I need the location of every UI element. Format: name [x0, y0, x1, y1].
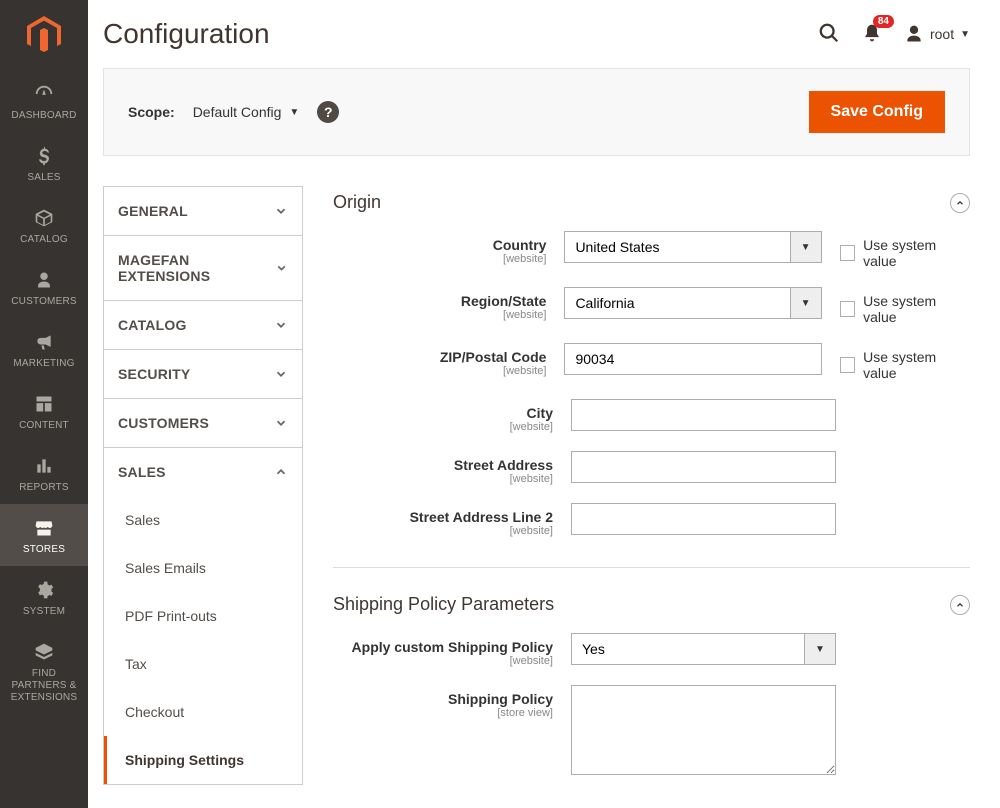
tab-general[interactable]: GENERAL	[104, 187, 302, 235]
chevron-down-icon	[274, 318, 288, 332]
country-value[interactable]	[564, 231, 789, 263]
chevron-down-icon	[274, 204, 288, 218]
user-menu[interactable]: root ▼	[904, 24, 970, 44]
fieldset-origin-toggle[interactable]: Origin	[333, 186, 970, 231]
gear-icon	[34, 578, 54, 602]
tab-item-checkout[interactable]: Checkout	[104, 688, 302, 736]
tab-item-pdf[interactable]: PDF Print-outs	[104, 592, 302, 640]
field-apply-policy: Apply custom Shipping Policy [website] ▼	[333, 633, 970, 667]
zip-use-system-checkbox[interactable]	[840, 357, 856, 373]
field-street1: Street Address [website]	[333, 451, 970, 485]
divider	[333, 567, 970, 568]
tab-item-sales-emails[interactable]: Sales Emails	[104, 544, 302, 592]
fieldset-title: Origin	[333, 192, 381, 213]
save-config-button[interactable]: Save Config	[809, 91, 945, 133]
megaphone-icon	[33, 330, 55, 354]
shipping-policy-textarea[interactable]	[571, 685, 836, 775]
nav-customers[interactable]: CUSTOMERS	[0, 256, 88, 318]
page-title: Configuration	[103, 18, 270, 50]
notification-badge: 84	[873, 15, 894, 28]
field-city: City [website]	[333, 399, 970, 433]
logo[interactable]	[0, 0, 88, 70]
field-street2: Street Address Line 2 [website]	[333, 503, 970, 537]
chevron-down-icon: ▼	[790, 287, 822, 319]
zip-input[interactable]	[564, 343, 821, 375]
nav-reports[interactable]: REPORTS	[0, 442, 88, 504]
nav-stores[interactable]: STORES	[0, 504, 88, 566]
chevron-down-icon	[274, 367, 288, 381]
user-name: root	[930, 26, 954, 42]
nav-system[interactable]: SYSTEM	[0, 566, 88, 628]
tab-sales[interactable]: SALES	[104, 448, 302, 496]
admin-sidebar: DASHBOARD SALES CATALOG CUSTOMERS MARKET…	[0, 0, 88, 808]
fieldset-shipping-policy: Shipping Policy Parameters Apply custom …	[333, 588, 970, 778]
config-tabs: GENERAL MAGEFAN EXTENSIONS CATALOG	[103, 186, 303, 785]
field-region: Region/State [website] ▼ Use system valu…	[333, 287, 970, 325]
field-shipping-policy: Shipping Policy [store view]	[333, 685, 970, 778]
tab-item-shipping-settings[interactable]: Shipping Settings	[104, 736, 302, 784]
chevron-down-icon: ▼	[804, 633, 836, 665]
dashboard-icon	[33, 82, 55, 106]
apply-policy-select[interactable]: ▼	[571, 633, 836, 665]
chevron-down-icon	[274, 416, 288, 430]
fieldset-shipping-policy-toggle[interactable]: Shipping Policy Parameters	[333, 588, 970, 633]
scope-label: Scope:	[128, 104, 175, 120]
chevron-down-icon: ▼	[289, 107, 299, 118]
collapse-icon	[950, 595, 970, 615]
storefront-icon	[33, 516, 55, 540]
bars-icon	[34, 454, 54, 478]
partners-icon	[33, 640, 55, 664]
region-select[interactable]: ▼	[564, 287, 821, 319]
search-icon	[818, 22, 840, 44]
field-zip: ZIP/Postal Code [website] Use system val…	[333, 343, 970, 381]
street1-input[interactable]	[571, 451, 836, 483]
nav-partners[interactable]: FIND PARTNERS & EXTENSIONS	[0, 628, 88, 714]
country-select[interactable]: ▼	[564, 231, 821, 263]
tab-item-sales[interactable]: Sales	[104, 496, 302, 544]
region-value[interactable]	[564, 287, 789, 319]
box-icon	[34, 206, 54, 230]
layout-icon	[34, 392, 54, 416]
fieldset-origin: Origin Country [website] ▼	[333, 186, 970, 537]
chevron-down-icon	[275, 261, 288, 275]
field-country: Country [website] ▼ Use system value	[333, 231, 970, 269]
chevron-down-icon: ▼	[960, 29, 970, 40]
nav-catalog[interactable]: CATALOG	[0, 194, 88, 256]
dollar-icon	[34, 144, 54, 168]
chevron-up-icon	[274, 465, 288, 479]
header-actions: 84 root ▼	[818, 22, 970, 47]
search-button[interactable]	[818, 22, 840, 47]
help-icon[interactable]: ?	[317, 101, 339, 123]
page-header: Configuration 84 root ▼	[88, 0, 1000, 68]
collapse-icon	[950, 193, 970, 213]
apply-policy-value[interactable]	[571, 633, 804, 665]
user-icon	[904, 24, 924, 44]
scope-value: Default Config	[193, 104, 282, 120]
scope-bar: Scope: Default Config ▼ ? Save Config	[103, 68, 970, 156]
form-panel: Origin Country [website] ▼	[333, 186, 970, 808]
person-icon	[35, 268, 53, 292]
tab-catalog[interactable]: CATALOG	[104, 301, 302, 349]
nav-marketing[interactable]: MARKETING	[0, 318, 88, 380]
city-input[interactable]	[571, 399, 836, 431]
magento-logo-icon	[27, 16, 61, 54]
main-content: Configuration 84 root ▼ Scope:	[88, 0, 1000, 808]
nav-dashboard[interactable]: DASHBOARD	[0, 70, 88, 132]
tab-item-tax[interactable]: Tax	[104, 640, 302, 688]
chevron-down-icon: ▼	[790, 231, 822, 263]
street2-input[interactable]	[571, 503, 836, 535]
scope-selector[interactable]: Default Config ▼	[193, 104, 300, 120]
region-use-system-checkbox[interactable]	[840, 301, 856, 317]
nav-content[interactable]: CONTENT	[0, 380, 88, 442]
nav-sales[interactable]: SALES	[0, 132, 88, 194]
country-use-system-checkbox[interactable]	[840, 245, 856, 261]
tab-security[interactable]: SECURITY	[104, 350, 302, 398]
notifications-button[interactable]: 84	[862, 23, 882, 46]
tab-customers[interactable]: CUSTOMERS	[104, 399, 302, 447]
tab-magefan[interactable]: MAGEFAN EXTENSIONS	[104, 236, 302, 300]
fieldset-title: Shipping Policy Parameters	[333, 594, 554, 615]
